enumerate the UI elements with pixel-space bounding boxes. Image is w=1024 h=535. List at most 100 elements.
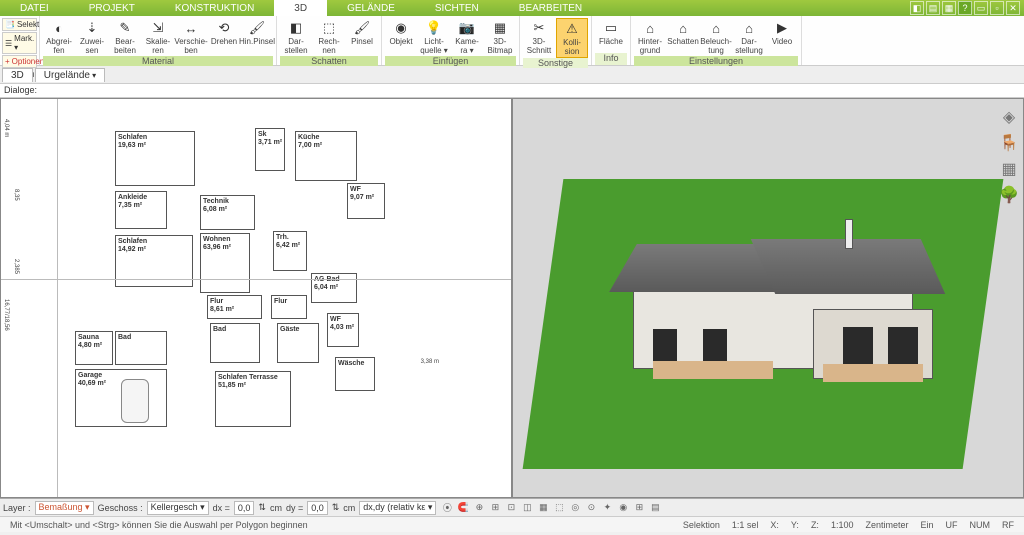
- tool-einfügen-3[interactable]: ▦3D-Bitmap: [484, 18, 516, 56]
- tool-material-2[interactable]: ✎Bear-beiten: [109, 18, 141, 56]
- room-4[interactable]: Küche7,00 m²: [295, 131, 357, 181]
- room-7[interactable]: WF9,07 m²: [347, 183, 385, 219]
- bottom-icon-4[interactable]: ⊡: [504, 501, 518, 515]
- tool-icon: ⬚: [320, 19, 338, 37]
- tool-einstellungen-2[interactable]: ⌂Beleuch-tung: [700, 18, 732, 56]
- layers-icon[interactable]: ◈: [999, 107, 1019, 127]
- dx-stepper[interactable]: ⇅: [258, 502, 266, 513]
- room-1[interactable]: Ankleide7,35 m²: [115, 191, 167, 229]
- menu-konstruktion[interactable]: KONSTRUKTION: [155, 0, 274, 16]
- bottom-icon-8[interactable]: ◎: [568, 501, 582, 515]
- bottom-icon-2[interactable]: ⊕: [472, 501, 486, 515]
- tool-icon: ⚠: [563, 20, 581, 38]
- tool-label: Drehen: [211, 37, 237, 46]
- tool-label: Abgrei-fen: [44, 37, 74, 55]
- tool-material-3[interactable]: ⇲Skalie-ren: [142, 18, 174, 56]
- tool-icon: ✂: [530, 19, 548, 37]
- dialoge-bar: Dialoge:: [0, 84, 1024, 98]
- room-11[interactable]: Flur: [271, 295, 307, 319]
- room-18[interactable]: Schlafen Terrasse51,85 m²: [215, 371, 291, 427]
- tool-material-4[interactable]: ↔Verschie-ben: [175, 18, 207, 56]
- tool-icon: ◐: [50, 19, 68, 37]
- mark-button[interactable]: ☰Mark. ▾: [2, 32, 37, 54]
- menu-gelaende[interactable]: GELÄNDE: [327, 0, 415, 16]
- viewtab-3d[interactable]: 3D: [2, 68, 33, 82]
- room-12[interactable]: Bad: [210, 323, 260, 363]
- tool-info-0[interactable]: ▭Fläche: [595, 18, 627, 47]
- tool-einstellungen-3[interactable]: ⌂Dar-stellung: [733, 18, 765, 56]
- geschoss-select[interactable]: Kellergesch ▾: [147, 501, 209, 515]
- tool-sonstige-1[interactable]: ⚠Kolli-sion: [556, 18, 588, 58]
- bottom-icon-6[interactable]: ▦: [536, 501, 550, 515]
- bottom-icon-11[interactable]: ◉: [616, 501, 630, 515]
- 3d-pane[interactable]: ◈ 🪑 ▦ 🌳: [512, 98, 1024, 498]
- bottom-icon-0[interactable]: ⦿: [440, 501, 454, 515]
- tool-einfügen-0[interactable]: ◉Objekt: [385, 18, 417, 47]
- tree-icon[interactable]: 🌳: [999, 185, 1019, 205]
- dy-input[interactable]: 0,0: [307, 501, 328, 515]
- layer-select[interactable]: Bemaßung ▾: [35, 501, 94, 515]
- selekt-button[interactable]: 📑Selekt: [2, 18, 37, 31]
- icon-7[interactable]: ✕: [1006, 1, 1020, 15]
- optionen-button[interactable]: +Optionen: [2, 55, 37, 68]
- status-uf: UF: [940, 520, 964, 530]
- view-tabs: 3D Urgelände: [0, 66, 1024, 84]
- tool-schatten-0[interactable]: ◧Dar-stellen: [280, 18, 312, 56]
- bottom-icon-10[interactable]: ✦: [600, 501, 614, 515]
- dx-input[interactable]: 0,0: [234, 501, 255, 515]
- tool-icon: ⟲: [215, 19, 233, 37]
- menu-3d[interactable]: 3D: [274, 0, 327, 16]
- room-14[interactable]: WF4,03 m²: [327, 313, 359, 347]
- tool-material-1[interactable]: ⇣Zuwei-sen: [76, 18, 108, 56]
- room-10[interactable]: AG Bad6,04 m²: [311, 273, 357, 303]
- tool-einstellungen-1[interactable]: ⌂Schatten: [667, 18, 699, 47]
- icon-2[interactable]: ▤: [926, 1, 940, 15]
- menu-datei[interactable]: DATEI: [0, 0, 69, 16]
- room-6[interactable]: Wohnen63,96 m²: [200, 233, 250, 293]
- icon-5[interactable]: ▭: [974, 1, 988, 15]
- viewtab-urgelaende[interactable]: Urgelände: [35, 68, 105, 82]
- room-13[interactable]: Gäste: [277, 323, 319, 363]
- tool-label: Licht-quelle ▾: [419, 37, 449, 55]
- room-15[interactable]: Sauna4,80 m²: [75, 331, 113, 365]
- tool-label: 3D-Bitmap: [485, 37, 515, 55]
- room-19[interactable]: Wäsche: [335, 357, 375, 391]
- menu-bearbeiten[interactable]: BEARBEITEN: [499, 0, 602, 16]
- room-0[interactable]: Schlafen19,63 m²: [115, 131, 195, 186]
- bottom-icon-9[interactable]: ⊙: [584, 501, 598, 515]
- tool-einfügen-1[interactable]: 💡Licht-quelle ▾: [418, 18, 450, 56]
- materials-icon[interactable]: ▦: [999, 159, 1019, 179]
- help-icon[interactable]: ?: [958, 1, 972, 15]
- dy-stepper[interactable]: ⇅: [332, 502, 340, 513]
- icon-1[interactable]: ◧: [910, 1, 924, 15]
- tool-material-0[interactable]: ◐Abgrei-fen: [43, 18, 75, 56]
- tool-schatten-1[interactable]: ⬚Rech-nen: [313, 18, 345, 56]
- icon-3[interactable]: ▦: [942, 1, 956, 15]
- tool-schatten-2[interactable]: 🖌Pinsel: [346, 18, 378, 47]
- room-16[interactable]: Bad: [115, 331, 167, 365]
- bottom-icon-5[interactable]: ◫: [520, 501, 534, 515]
- bottom-icon-12[interactable]: ⊞: [632, 501, 646, 515]
- furniture-icon[interactable]: 🪑: [999, 133, 1019, 153]
- tool-einfügen-2[interactable]: 📷Kame-ra ▾: [451, 18, 483, 56]
- tool-icon: ▶: [773, 19, 791, 37]
- tool-material-5[interactable]: ⟲Drehen: [208, 18, 240, 47]
- tool-einstellungen-0[interactable]: ⌂Hinter-grund: [634, 18, 666, 56]
- bottom-icon-7[interactable]: ⬚: [552, 501, 566, 515]
- tool-sonstige-0[interactable]: ✂3D-Schnitt: [523, 18, 555, 56]
- menu-projekt[interactable]: PROJEKT: [69, 0, 155, 16]
- tool-material-6[interactable]: 🖌Hin.Pinsel: [241, 18, 273, 47]
- coord-mode[interactable]: dx,dy (relativ kε ▾: [359, 501, 436, 515]
- bottom-icon-3[interactable]: ⊞: [488, 501, 502, 515]
- room-9[interactable]: Flur8,61 m²: [207, 295, 262, 319]
- tool-einstellungen-4[interactable]: ▶Video: [766, 18, 798, 47]
- room-8[interactable]: Trh.6,42 m²: [273, 231, 307, 271]
- bottom-icon-13[interactable]: ▤: [648, 501, 662, 515]
- menu-sichten[interactable]: SICHTEN: [415, 0, 499, 16]
- icon-6[interactable]: ▫: [990, 1, 1004, 15]
- room-label: Schlafen19,63 m²: [118, 134, 147, 150]
- floorplan-pane[interactable]: Schlafen19,63 m²Ankleide7,35 m²Schlafen1…: [0, 98, 512, 498]
- bottom-icon-1[interactable]: 🧲: [456, 501, 470, 515]
- room-5[interactable]: Technik6,08 m²: [200, 195, 255, 230]
- room-3[interactable]: Sk3,71 m²: [255, 128, 285, 171]
